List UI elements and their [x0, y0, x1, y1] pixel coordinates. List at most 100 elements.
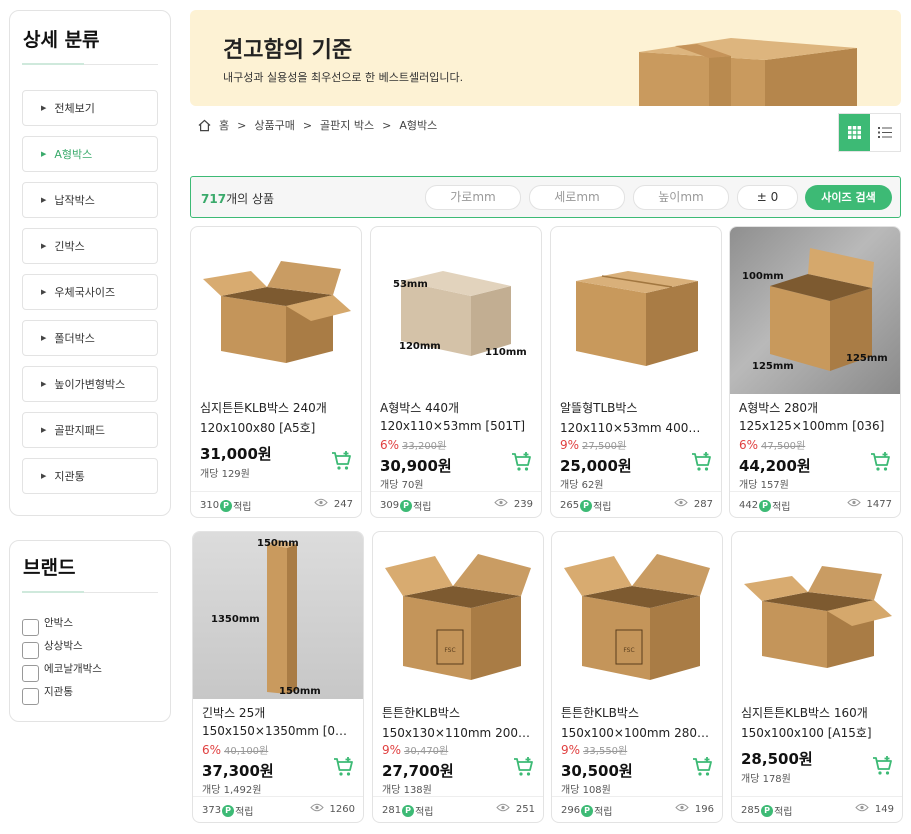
points-info: 281 P 적립 [382, 803, 434, 818]
checkbox[interactable] [22, 687, 39, 705]
unit-price: 개당 1,492원 [202, 785, 262, 796]
breadcrumb-shop[interactable]: 상품구매 [254, 117, 294, 133]
tolerance-input[interactable]: ± 0 [737, 185, 798, 210]
view-count: 247 [314, 498, 353, 510]
product-name[interactable]: 긴박스 25개 [202, 704, 265, 721]
product-name[interactable]: 심지튼튼KLB박스 240개 [200, 399, 327, 416]
points-value: 265 [560, 500, 580, 511]
checkbox[interactable] [22, 641, 39, 659]
product-image[interactable]: 100mm 125mm 125mm [730, 227, 900, 394]
category-item-paper-tube[interactable]: ▶ 지관통 [22, 458, 158, 494]
category-item-folder-box[interactable]: ▶ 폴더박스 [22, 320, 158, 356]
product-spec: 150x100x100 [A15호] [741, 726, 872, 740]
grid-view-button[interactable] [839, 114, 870, 151]
product-card[interactable]: 150mm 1350mm 150mm 긴박스 25개 150x150×1350mm … [192, 531, 364, 823]
product-name[interactable]: 튼튼한KLB박스 [561, 704, 639, 721]
original-price: 47,500원 [761, 441, 806, 452]
views-value: 247 [333, 498, 353, 510]
height-input[interactable]: 높이mm [633, 185, 729, 210]
triangle-right-icon: ▶ [41, 380, 47, 388]
cart-add-icon[interactable] [511, 451, 533, 473]
view-count: 196 [675, 803, 714, 815]
category-panel: 상세 분류 ▶ 전체보기 ▶ A형박스 ▶ 납작박스 ▶ 긴박스 ▶ 우체국사이즈 ▶ 폴더… [9, 10, 171, 516]
product-name[interactable]: A형박스 440개 [380, 399, 459, 416]
product-image[interactable]: FSC [552, 532, 722, 699]
category-item-flat-box[interactable]: ▶ 납작박스 [22, 182, 158, 218]
points-label: 적립 [415, 807, 434, 818]
views-value: 1477 [866, 498, 892, 510]
checkbox[interactable] [22, 618, 39, 636]
category-label: 폴더박스 [54, 332, 95, 345]
product-card[interactable]: 심지튼튼KLB박스 160개 150x100x100 [A15호] 28,500… [731, 531, 903, 823]
discount-row: 9% 27,500원 [560, 437, 626, 452]
points-info: 442 P 적립 [739, 498, 791, 513]
brand-item[interactable]: 상상박스 [22, 634, 158, 659]
product-card[interactable]: FSC 튼튼한KLB박스 150x100×100mm 280매 ... 9% 33… [551, 531, 723, 823]
svg-text:FSC: FSC [623, 647, 634, 654]
breadcrumb-current[interactable]: A형박스 [399, 117, 437, 133]
brand-item[interactable]: 안박스 [22, 611, 158, 636]
product-card[interactable]: 53mm 120mm 110mm A형박스 440개 120x110×53mm [5… [370, 226, 542, 518]
discount-rate: 6% [202, 743, 222, 757]
category-label: 전체보기 [54, 102, 95, 115]
breadcrumb-home[interactable]: 홈 [219, 117, 229, 133]
eye-icon [314, 498, 328, 510]
product-card[interactable]: FSC 튼튼한KLB박스 150x130×110mm 200매 ... 9% 30… [372, 531, 544, 823]
points-label: 적립 [593, 502, 612, 513]
count-suffix: 개의 상품 [226, 192, 275, 206]
divider [22, 63, 158, 65]
checkbox[interactable] [22, 664, 39, 682]
original-price: 33,200원 [402, 441, 447, 452]
product-card[interactable]: 심지튼튼KLB박스 240개 120x100x80 [A5호] 31,000원 … [190, 226, 362, 518]
box-image [639, 38, 857, 106]
product-image[interactable]: 53mm 120mm 110mm [371, 227, 541, 394]
category-item-postal-size[interactable]: ▶ 우체국사이즈 [22, 274, 158, 310]
product-card[interactable]: 100mm 125mm 125mm A형박스 280개 125x125×100mm … [729, 226, 901, 518]
unit-price: 개당 108원 [561, 785, 611, 796]
category-item-corrugated-pad[interactable]: ▶ 골판지패드 [22, 412, 158, 448]
product-image[interactable] [191, 227, 361, 394]
product-name[interactable]: 심지튼튼KLB박스 160개 [741, 704, 868, 721]
points-icon: P [759, 499, 772, 512]
product-card[interactable]: 알뜰형TLB박스 120x110×53mm 400매 ... 9% 27,500원… [550, 226, 722, 518]
breadcrumb-corrugated[interactable]: 골판지 박스 [320, 117, 374, 133]
size-search-button[interactable]: 사이즈 검색 [805, 185, 892, 210]
list-view-button[interactable] [870, 114, 901, 151]
cart-add-icon[interactable] [872, 755, 894, 777]
brand-item[interactable]: 에코날개박스 [22, 657, 158, 682]
category-item-all[interactable]: ▶ 전체보기 [22, 90, 158, 126]
points-value: 310 [200, 500, 220, 511]
points-label: 적립 [413, 502, 432, 513]
product-image[interactable]: FSC [373, 532, 543, 699]
size-search-bar: 717개의 상품 가로mm 세로mm 높이mm ± 0 사이즈 검색 [190, 176, 901, 218]
eye-icon [855, 803, 869, 815]
category-label: 긴박스 [54, 240, 85, 253]
cart-add-icon[interactable] [331, 450, 353, 472]
points-icon: P [222, 804, 235, 817]
cart-add-icon[interactable] [333, 756, 355, 778]
product-image[interactable]: 150mm 1350mm 150mm [193, 532, 363, 699]
product-name[interactable]: 튼튼한KLB박스 [382, 704, 460, 721]
eye-icon [675, 803, 689, 815]
product-footer: 373 P 적립 1260 [193, 796, 363, 822]
depth-input[interactable]: 세로mm [529, 185, 625, 210]
cart-add-icon[interactable] [870, 451, 892, 473]
brand-list: 안박스 상상박스 에코날개박스 지관통 [22, 611, 158, 705]
product-name[interactable]: 알뜰형TLB박스 [560, 399, 637, 416]
view-count: 287 [674, 498, 713, 510]
product-image[interactable] [732, 532, 902, 699]
brand-item[interactable]: 지관통 [22, 680, 158, 705]
home-icon[interactable] [198, 119, 211, 132]
product-name[interactable]: A형박스 280개 [739, 399, 818, 416]
category-item-a-box[interactable]: ▶ A형박스 [22, 136, 158, 172]
category-item-long-box[interactable]: ▶ 긴박스 [22, 228, 158, 264]
category-item-height-adjustable[interactable]: ▶ 높이가변형박스 [22, 366, 158, 402]
width-input[interactable]: 가로mm [425, 185, 521, 210]
brand-panel-title: 브랜드 [23, 557, 76, 579]
product-image[interactable] [551, 227, 721, 394]
points-value: 285 [741, 805, 761, 816]
cart-add-icon[interactable] [513, 756, 535, 778]
product-count: 717개의 상품 [201, 190, 274, 207]
cart-add-icon[interactable] [691, 451, 713, 473]
cart-add-icon[interactable] [692, 756, 714, 778]
